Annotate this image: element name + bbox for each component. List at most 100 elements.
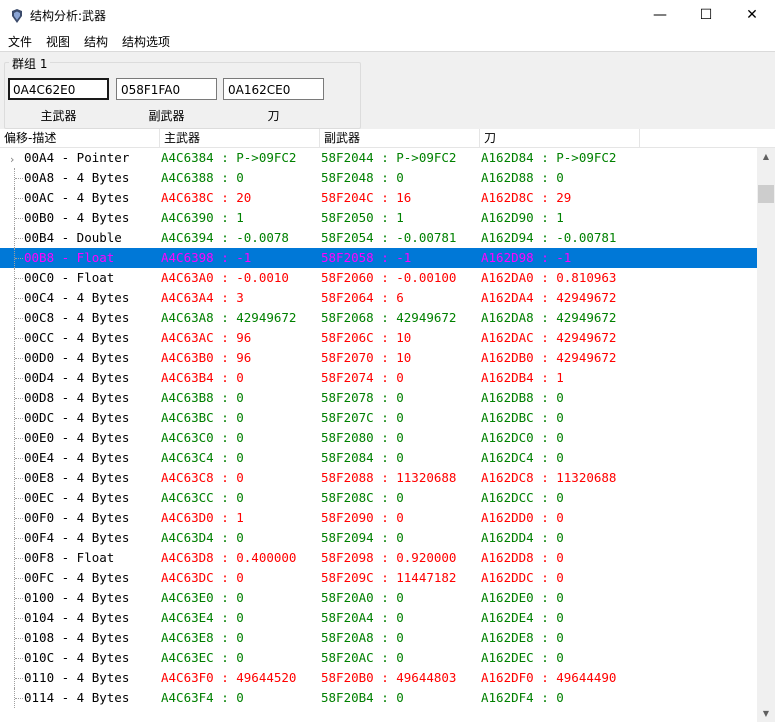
row-knife-value: A162DB4 : 1 xyxy=(481,370,564,385)
row-knife-value: A162DA8 : 42949672 xyxy=(481,310,617,325)
row-knife-value: A162DC0 : 0 xyxy=(481,430,564,445)
scroll-thumb[interactable] xyxy=(758,185,774,203)
row-knife-value: A162DD4 : 0 xyxy=(481,530,564,545)
tree-connector xyxy=(14,468,23,488)
structure-tree[interactable]: › 00A4 - Pointer A4C6384 : P->09FC2 58F2044… xyxy=(0,148,757,722)
table-row[interactable]: 00B4 - Double A4C6394 : -0.0078 58F2054 : … xyxy=(0,228,757,248)
row-secondary-weapon-value: 58F204C : 16 xyxy=(321,190,412,205)
column-header-secondary-weapon[interactable]: 副武器 xyxy=(320,129,480,147)
cheat-engine-app-icon xyxy=(12,9,22,23)
table-row[interactable]: 00F8 - Float A4C63D8 : 0.400000 58F2098 : … xyxy=(0,548,757,568)
table-row[interactable]: 00D8 - 4 Bytes A4C63B8 : 0 58F2078 : 0 A162… xyxy=(0,388,757,408)
tree-connector xyxy=(14,508,23,528)
row-main-weapon-value: A4C6384 : P->09FC2 xyxy=(161,150,297,165)
table-row[interactable]: 00F4 - 4 Bytes A4C63D4 : 0 58F2094 : 0 A162… xyxy=(0,528,757,548)
table-row[interactable]: 00A8 - 4 Bytes A4C6388 : 0 58F2048 : 0 A162… xyxy=(0,168,757,188)
column-header-offset-description[interactable]: 偏移-描述 xyxy=(0,129,160,147)
row-secondary-weapon-value: 58F2094 : 0 xyxy=(321,530,404,545)
column-header-knife[interactable]: 刀 xyxy=(480,129,640,147)
row-main-weapon-value: A4C63E8 : 0 xyxy=(161,630,244,645)
table-row[interactable]: 00CC - 4 Bytes A4C63AC : 96 58F206C : 10 A1… xyxy=(0,328,757,348)
table-row[interactable]: 00B8 - Float A4C6398 : -1 58F2058 : -1 A162… xyxy=(0,248,757,268)
row-secondary-weapon-value: 58F20B0 : 49644803 xyxy=(321,670,457,685)
address-input-secondary-weapon[interactable]: 058F1FA0 xyxy=(116,78,217,100)
column-header-row: 偏移-描述 主武器 副武器 刀 xyxy=(0,129,775,148)
scroll-up-arrow-icon[interactable]: ▲ xyxy=(757,148,775,165)
menu-structure-options[interactable]: 结构选项 xyxy=(122,33,170,50)
table-row[interactable]: 00E4 - 4 Bytes A4C63C4 : 0 58F2084 : 0 A162… xyxy=(0,448,757,468)
menu-view[interactable]: 视图 xyxy=(46,33,70,50)
tree-connector xyxy=(14,688,23,708)
row-offset-description: 0104 - 4 Bytes xyxy=(24,610,130,625)
row-offset-description: 00FC - 4 Bytes xyxy=(24,570,130,585)
row-secondary-weapon-value: 58F207C : 0 xyxy=(321,410,404,425)
table-row[interactable]: 00F0 - 4 Bytes A4C63D0 : 1 58F2090 : 0 A162… xyxy=(0,508,757,528)
table-row[interactable]: 00D0 - 4 Bytes A4C63B0 : 96 58F2070 : 10 A1… xyxy=(0,348,757,368)
menu-structure[interactable]: 结构 xyxy=(84,33,108,50)
address-input-knife[interactable]: 0A162CE0 xyxy=(223,78,324,100)
row-knife-value: A162DE4 : 0 xyxy=(481,610,564,625)
row-main-weapon-value: A4C63BC : 0 xyxy=(161,410,244,425)
column-header-main-weapon[interactable]: 主武器 xyxy=(160,129,320,147)
minimize-button[interactable]: — xyxy=(637,0,683,31)
table-row[interactable]: 00C8 - 4 Bytes A4C63A8 : 42949672 58F2068 … xyxy=(0,308,757,328)
table-row[interactable]: 00C0 - Float A4C63A0 : -0.0010 58F2060 : -… xyxy=(0,268,757,288)
table-row[interactable]: 00E0 - 4 Bytes A4C63C0 : 0 58F2080 : 0 A162… xyxy=(0,428,757,448)
table-row[interactable]: 00C4 - 4 Bytes A4C63A4 : 3 58F2064 : 6 A162… xyxy=(0,288,757,308)
maximize-button[interactable]: ☐ xyxy=(683,0,729,31)
row-secondary-weapon-value: 58F2098 : 0.920000 xyxy=(321,550,457,565)
table-row[interactable]: 0104 - 4 Bytes A4C63E4 : 0 58F20A4 : 0 A162… xyxy=(0,608,757,628)
row-knife-value: A162D98 : -1 xyxy=(481,250,572,265)
tree-connector xyxy=(14,408,23,428)
row-knife-value: A162DD0 : 0 xyxy=(481,510,564,525)
close-button[interactable]: ✕ xyxy=(729,0,775,31)
row-main-weapon-value: A4C63F4 : 0 xyxy=(161,690,244,705)
tree-connector xyxy=(14,328,23,348)
table-row[interactable]: 00AC - 4 Bytes A4C638C : 20 58F204C : 16 A1… xyxy=(0,188,757,208)
table-row[interactable]: 0110 - 4 Bytes A4C63F0 : 49644520 58F20B0 … xyxy=(0,668,757,688)
tree-connector xyxy=(14,668,23,688)
row-main-weapon-value: A4C6394 : -0.0078 xyxy=(161,230,289,245)
table-row[interactable]: 0108 - 4 Bytes A4C63E8 : 0 58F20A8 : 0 A162… xyxy=(0,628,757,648)
menu-file[interactable]: 文件 xyxy=(8,33,32,50)
row-main-weapon-value: A4C63D8 : 0.400000 xyxy=(161,550,297,565)
table-row[interactable]: 00FC - 4 Bytes A4C63DC : 0 58F209C : 11447… xyxy=(0,568,757,588)
group-panel: 群组 1 0A4C62E0 058F1FA0 0A162CE0 主武器 副武器 … xyxy=(0,51,775,130)
row-main-weapon-value: A4C63D4 : 0 xyxy=(161,530,244,545)
row-main-weapon-value: A4C63A4 : 3 xyxy=(161,290,244,305)
row-main-weapon-value: A4C63F0 : 49644520 xyxy=(161,670,297,685)
row-main-weapon-value: A4C63DC : 0 xyxy=(161,570,244,585)
row-knife-value: A162DCC : 0 xyxy=(481,490,564,505)
table-row[interactable]: 0100 - 4 Bytes A4C63E0 : 0 58F20A0 : 0 A162… xyxy=(0,588,757,608)
row-secondary-weapon-value: 58F2074 : 0 xyxy=(321,370,404,385)
row-secondary-weapon-value: 58F2070 : 10 xyxy=(321,350,412,365)
row-knife-value: A162DAC : 42949672 xyxy=(481,330,617,345)
table-row[interactable]: › 00A4 - Pointer A4C6384 : P->09FC2 58F2044… xyxy=(0,148,757,168)
row-main-weapon-value: A4C63C0 : 0 xyxy=(161,430,244,445)
row-main-weapon-value: A4C63B0 : 96 xyxy=(161,350,252,365)
scroll-down-arrow-icon[interactable]: ▼ xyxy=(757,705,775,722)
address-input-main-weapon[interactable]: 0A4C62E0 xyxy=(8,78,109,100)
table-row[interactable]: 00D4 - 4 Bytes A4C63B4 : 0 58F2074 : 0 A162… xyxy=(0,368,757,388)
table-row[interactable]: 00E8 - 4 Bytes A4C63C8 : 0 58F2088 : 11320… xyxy=(0,468,757,488)
address-label-knife: 刀 xyxy=(267,109,280,123)
tree-connector xyxy=(14,348,23,368)
row-offset-description: 00A8 - 4 Bytes xyxy=(24,170,130,185)
vertical-scrollbar[interactable]: ▲ ▼ xyxy=(757,148,775,722)
expand-chevron-icon[interactable]: › xyxy=(10,150,14,170)
row-secondary-weapon-value: 58F2044 : P->09FC2 xyxy=(321,150,457,165)
row-main-weapon-value: A4C63CC : 0 xyxy=(161,490,244,505)
row-offset-description: 00B8 - Float xyxy=(24,250,115,265)
table-row[interactable]: 00B0 - 4 Bytes A4C6390 : 1 58F2050 : 1 A162… xyxy=(0,208,757,228)
table-row[interactable]: 00EC - 4 Bytes A4C63CC : 0 58F208C : 0 A162… xyxy=(0,488,757,508)
group-title: 群组 1 xyxy=(9,55,51,72)
table-row[interactable]: 00DC - 4 Bytes A4C63BC : 0 58F207C : 0 A162… xyxy=(0,408,757,428)
row-main-weapon-value: A4C63EC : 0 xyxy=(161,650,244,665)
row-main-weapon-value: A4C638C : 20 xyxy=(161,190,252,205)
row-offset-description: 00F0 - 4 Bytes xyxy=(24,510,130,525)
tree-connector xyxy=(14,188,23,208)
table-row[interactable]: 010C - 4 Bytes A4C63EC : 0 58F20AC : 0 A162… xyxy=(0,648,757,668)
row-offset-description: 00C8 - 4 Bytes xyxy=(24,310,130,325)
table-row[interactable]: 0114 - 4 Bytes A4C63F4 : 0 58F20B4 : 0 A162… xyxy=(0,688,757,708)
row-knife-value: A162DC4 : 0 xyxy=(481,450,564,465)
